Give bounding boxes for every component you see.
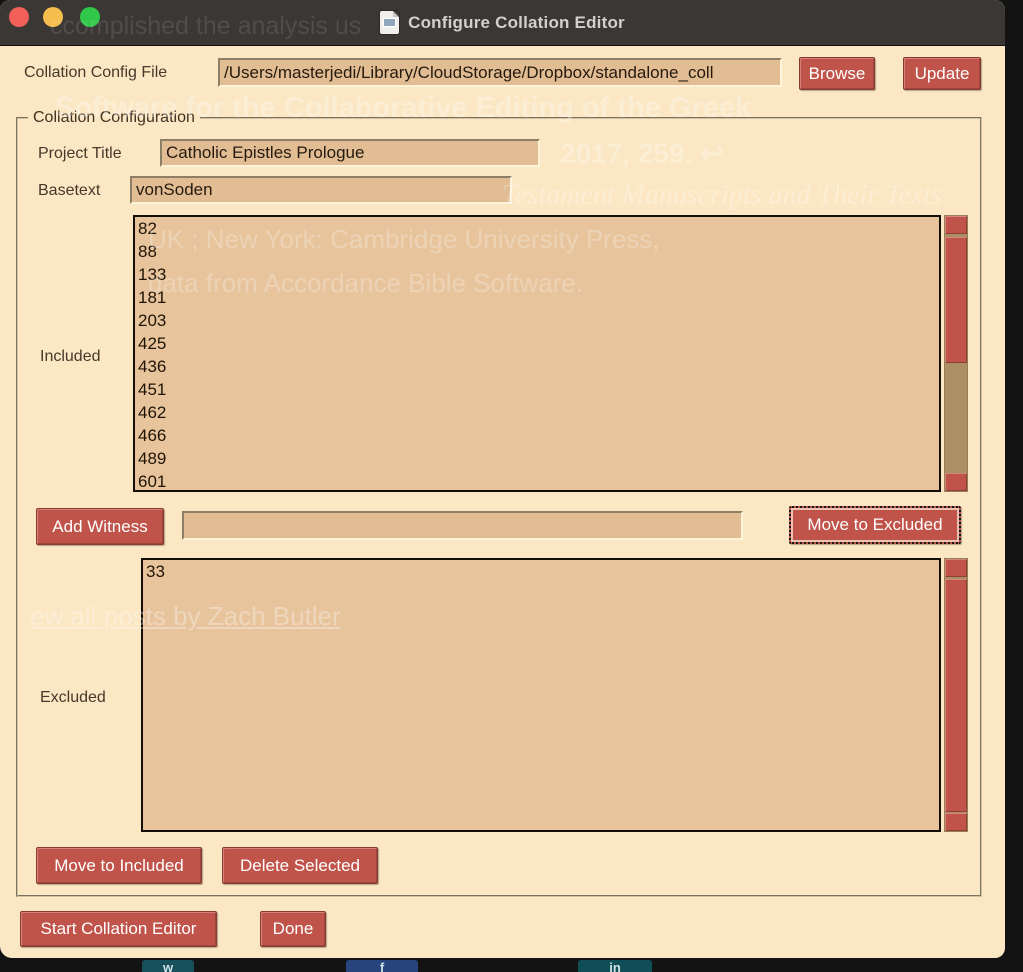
facebook-glyph: f [380,960,384,972]
document-icon-fold [393,11,399,17]
title-area: Configure Collation Editor [0,0,1005,45]
delete-selected-button[interactable]: Delete Selected [222,847,378,884]
twitter-glyph: w [163,960,173,972]
excluded-label: Excluded [40,689,106,707]
document-icon-picture [383,18,396,27]
list-item[interactable]: 462 [138,401,939,424]
scroll-down-button[interactable] [945,813,967,831]
basetext-label: Basetext [38,182,100,200]
document-icon [380,11,399,34]
list-item[interactable]: 436 [138,355,939,378]
start-collation-editor-button[interactable]: Start Collation Editor [20,911,217,947]
browse-button[interactable]: Browse [799,57,875,90]
scroll-up-button[interactable] [945,559,967,577]
facebook-icon[interactable]: f [346,960,418,972]
included-label: Included [40,348,101,366]
minimize-button[interactable] [43,7,63,27]
configure-collation-editor-window: Configure Collation Editor Collation Con… [0,0,1005,958]
close-button[interactable] [9,7,29,27]
config-file-input[interactable] [218,58,782,87]
zoom-button[interactable] [80,7,100,27]
excluded-scrollbar[interactable] [944,558,968,832]
list-item[interactable]: 181 [138,286,939,309]
update-button[interactable]: Update [903,57,981,90]
list-item[interactable]: 451 [138,378,939,401]
list-item[interactable]: 489 [138,447,939,470]
included-scrollbar[interactable] [944,215,968,492]
move-to-included-button[interactable]: Move to Included [36,847,202,884]
titlebar[interactable]: Configure Collation Editor [0,0,1005,46]
basetext-input[interactable] [130,176,512,204]
excluded-listbox[interactable]: 33 [141,558,941,832]
scrollbar-thumb[interactable] [945,237,967,363]
scroll-down-button[interactable] [945,473,967,491]
collation-configuration-legend: Collation Configuration [28,109,200,127]
list-item[interactable]: 133 [138,263,939,286]
scroll-up-button[interactable] [945,216,967,234]
list-item[interactable]: 601 [138,470,939,492]
list-item[interactable]: 425 [138,332,939,355]
linkedin-icon[interactable]: in [578,960,652,972]
config-file-label: Collation Config File [24,64,167,82]
twitter-icon[interactable]: w [142,960,194,972]
list-item[interactable]: 82 [138,217,939,240]
window-title: Configure Collation Editor [408,13,625,33]
project-title-input[interactable] [160,139,540,167]
scrollbar-thumb[interactable] [945,579,967,812]
linkedin-glyph: in [609,960,621,972]
included-listbox[interactable]: 8288133181203425436451462466489601 [133,215,941,492]
move-to-excluded-button[interactable]: Move to Excluded [789,506,961,544]
new-witness-input[interactable] [182,511,743,540]
list-item[interactable]: 466 [138,424,939,447]
done-button[interactable]: Done [260,911,326,947]
list-item[interactable]: 88 [138,240,939,263]
project-title-label: Project Title [38,145,122,163]
list-item[interactable]: 33 [146,560,939,583]
add-witness-button[interactable]: Add Witness [36,508,164,545]
list-item[interactable]: 203 [138,309,939,332]
desktop-background: w f in Configure Collation Editor Collat… [0,0,1023,972]
